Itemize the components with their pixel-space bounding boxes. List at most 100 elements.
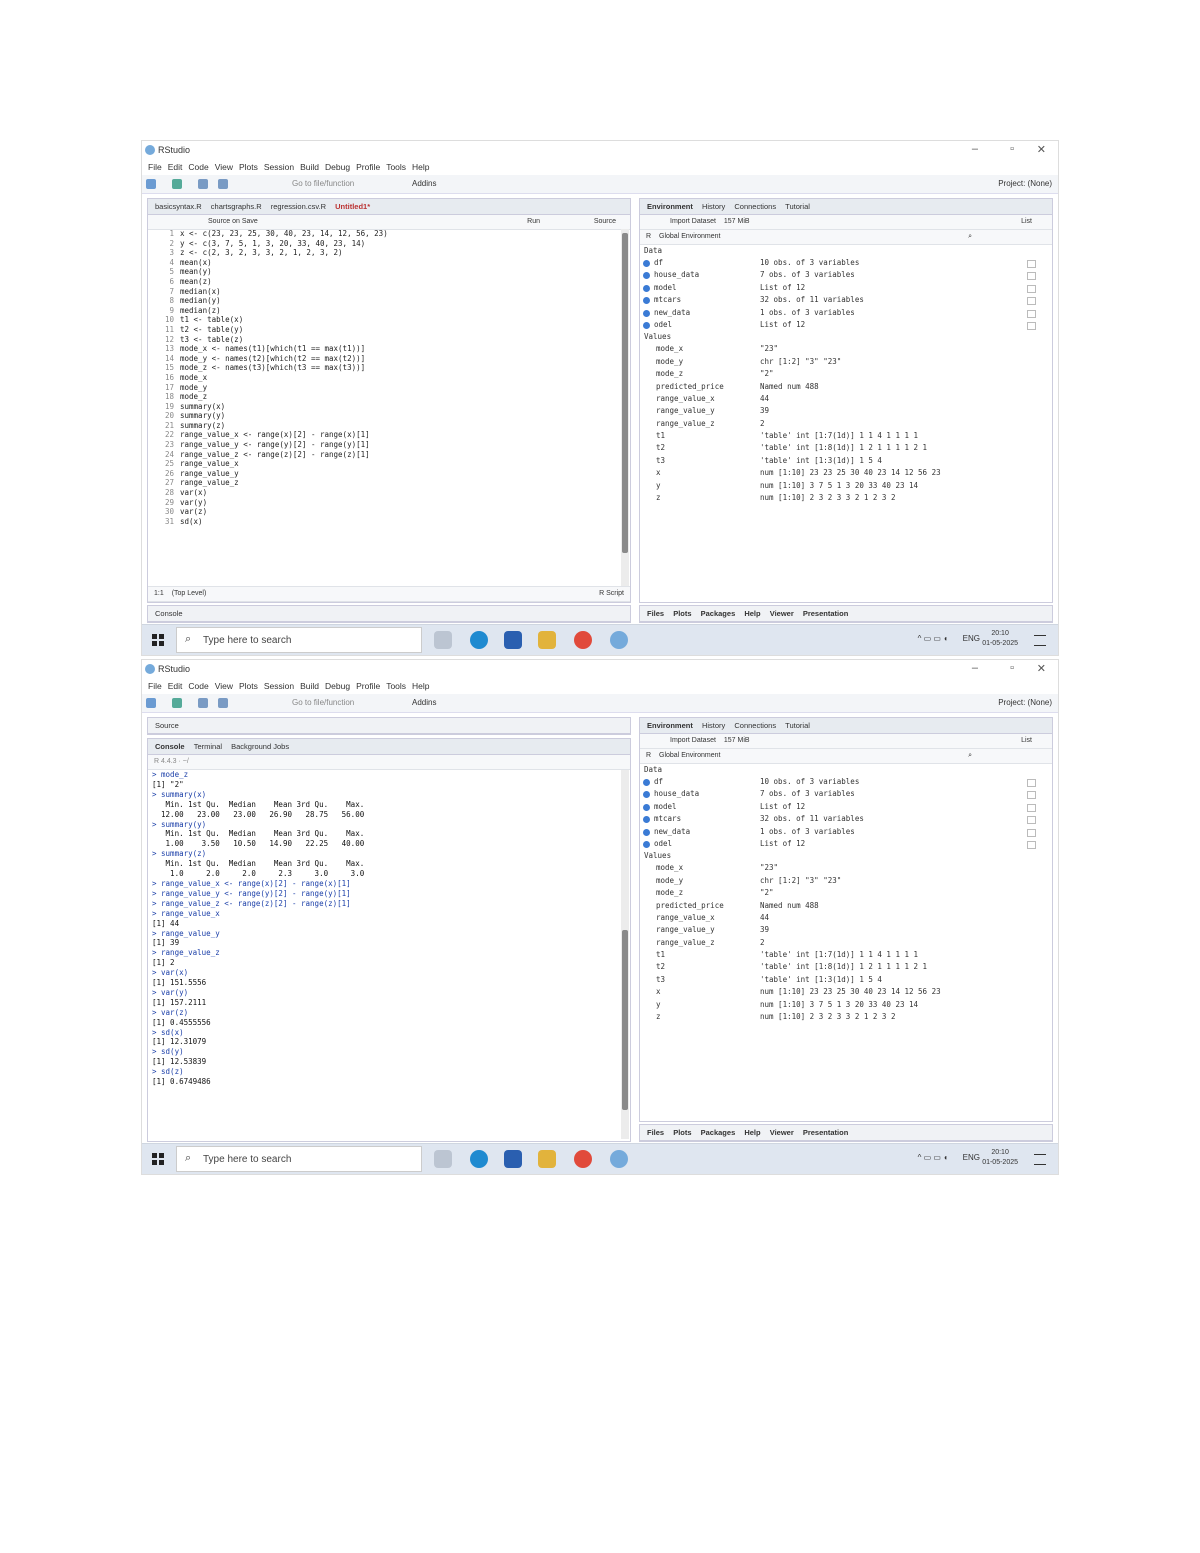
goto-file-input[interactable]: Go to file/function [292,698,354,707]
chrome-icon[interactable] [574,1150,592,1168]
view-data-icon[interactable] [1027,321,1036,330]
view-data-icon[interactable] [1027,284,1036,293]
list-view-toggle[interactable]: List [1021,734,1032,748]
tab-tutorial[interactable]: Tutorial [785,199,810,214]
open-project-icon[interactable] [172,179,182,189]
windows-start-icon[interactable] [152,634,164,646]
env-value-row[interactable]: t3 'table' int [1:3(1d)] 1 5 4 [640,974,1052,986]
env-value-row[interactable]: t2 'table' int [1:8(1d)] 1 2 1 1 1 1 2 1 [640,961,1052,973]
save-icon[interactable] [198,179,208,189]
close-icon[interactable]: ✕ [1037,662,1046,675]
language-indicator[interactable]: ENG [963,634,980,643]
menu-file[interactable]: File [148,678,162,694]
env-value-row[interactable]: t1 'table' int [1:7(1d)] 1 1 4 1 1 1 1 [640,949,1052,961]
env-value-row[interactable]: z num [1:10] 2 3 2 3 3 2 1 2 3 2 [640,492,1052,504]
addins-button[interactable]: Addins [412,698,436,707]
view-data-icon[interactable] [1027,297,1036,306]
expand-icon[interactable] [643,284,650,292]
env-value-row[interactable]: range_value_z 2 [640,418,1052,430]
env-value-row[interactable]: mode_z "2" [640,368,1052,380]
env-value-row[interactable]: mode_z "2" [640,887,1052,899]
env-value-row[interactable]: mode_y chr [1:2] "3" "23" [640,875,1052,887]
edge-icon[interactable] [470,1150,488,1168]
code-line[interactable]: 15 mode_z <- names(t3)[which(t3 == max(t3… [148,363,620,373]
expand-icon[interactable] [643,297,650,305]
tray-icons[interactable]: ^ ▭ ▭ ◖ [918,1153,948,1162]
rstudio-taskbar-icon[interactable] [610,1150,628,1168]
env-value-row[interactable]: t1 'table' int [1:7(1d)] 1 1 4 1 1 1 1 [640,430,1052,442]
editor-scrollbar[interactable] [621,229,629,588]
tab-history[interactable]: History [702,199,725,214]
code-line[interactable]: 18 mode_z [148,392,620,402]
tab-console[interactable]: Console [155,739,185,754]
code-line[interactable]: 7 median(x) [148,287,620,297]
code-line[interactable]: 29 var(y) [148,498,620,508]
console-collapsed[interactable]: Console [147,605,631,623]
menu-code[interactable]: Code [188,678,208,694]
env-data-row[interactable]: house_data 7 obs. of 3 variables [640,788,1052,800]
task-view-icon[interactable] [434,631,452,649]
view-data-icon[interactable] [1027,840,1036,849]
menu-tools[interactable]: Tools [386,159,406,175]
tab-untitled1[interactable]: Untitled1* [335,199,370,214]
view-data-icon[interactable] [1027,260,1036,268]
env-data-row[interactable]: new_data 1 obs. of 3 variables [640,826,1052,838]
tab-environment[interactable]: Environment [647,718,693,733]
menu-debug[interactable]: Debug [325,678,350,694]
search-icon[interactable]: ⌕ [968,749,972,763]
tab-presentation[interactable]: Presentation [803,1125,848,1140]
code-line[interactable]: 28 var(x) [148,488,620,498]
expand-icon[interactable] [643,828,650,836]
env-data-row[interactable]: odel List of 12 [640,319,1052,331]
tab-basicsyntax[interactable]: basicsyntax.R [155,199,202,214]
notification-icon[interactable] [1034,635,1046,646]
expand-icon[interactable] [643,260,650,267]
tab-help[interactable]: Help [744,606,760,621]
tab-background-jobs[interactable]: Background Jobs [231,739,289,754]
view-data-icon[interactable] [1027,791,1036,800]
code-line[interactable]: 30 var(z) [148,507,620,517]
expand-icon[interactable] [643,803,650,811]
expand-icon[interactable] [643,791,650,799]
tab-chartsgraphs[interactable]: chartsgraphs.R [211,199,262,214]
env-value-row[interactable]: range_value_y 39 [640,924,1052,936]
menu-profile[interactable]: Profile [356,159,380,175]
notification-icon[interactable] [1034,1154,1046,1165]
env-value-row[interactable]: mode_x "23" [640,343,1052,355]
code-line[interactable]: 8 median(y) [148,296,620,306]
menu-session[interactable]: Session [264,678,294,694]
minimize-icon[interactable]: – [972,143,978,155]
view-data-icon[interactable] [1027,828,1036,837]
memory-usage[interactable]: 157 MiB [724,215,750,229]
code-line[interactable]: 21 summary(z) [148,421,620,431]
env-value-row[interactable]: x num [1:10] 23 23 25 30 40 23 14 12 56 2… [640,467,1052,479]
addins-button[interactable]: Addins [412,179,436,188]
new-file-icon[interactable] [146,179,156,189]
code-line[interactable]: 13 mode_x <- names(t1)[which(t1 == max(t1… [148,344,620,354]
tab-regression[interactable]: regression.csv.R [271,199,326,214]
minimize-icon[interactable]: – [972,662,978,674]
code-line[interactable]: 26 range_value_y [148,469,620,479]
task-view-icon[interactable] [434,1150,452,1168]
store-icon[interactable] [504,631,522,649]
tab-help[interactable]: Help [744,1125,760,1140]
restore-icon[interactable]: ▫ [1010,662,1014,674]
console-scrollbar[interactable] [621,770,629,1139]
menu-plots[interactable]: Plots [239,159,258,175]
env-data-row[interactable]: df 10 obs. of 3 variables [640,776,1052,788]
taskbar-search-input[interactable]: ⌕ Type here to search [176,627,422,653]
env-data-row[interactable]: model List of 12 [640,282,1052,294]
env-data-row[interactable]: odel List of 12 [640,838,1052,850]
tab-packages[interactable]: Packages [701,1125,736,1140]
code-line[interactable]: 10 t1 <- table(x) [148,315,620,325]
code-line[interactable]: 22 range_value_x <- range(x)[2] - range(x… [148,430,620,440]
menu-edit[interactable]: Edit [168,159,183,175]
import-dataset-button[interactable]: Import Dataset [670,734,716,748]
code-line[interactable]: 14 mode_y <- names(t2)[which(t2 == max(t2… [148,354,620,364]
global-env-select[interactable]: Global Environment [659,230,720,244]
code-line[interactable]: 19 summary(x) [148,402,620,412]
code-line[interactable]: 5 mean(y) [148,267,620,277]
menu-session[interactable]: Session [264,159,294,175]
save-icon[interactable] [198,698,208,708]
view-data-icon[interactable] [1027,779,1036,787]
